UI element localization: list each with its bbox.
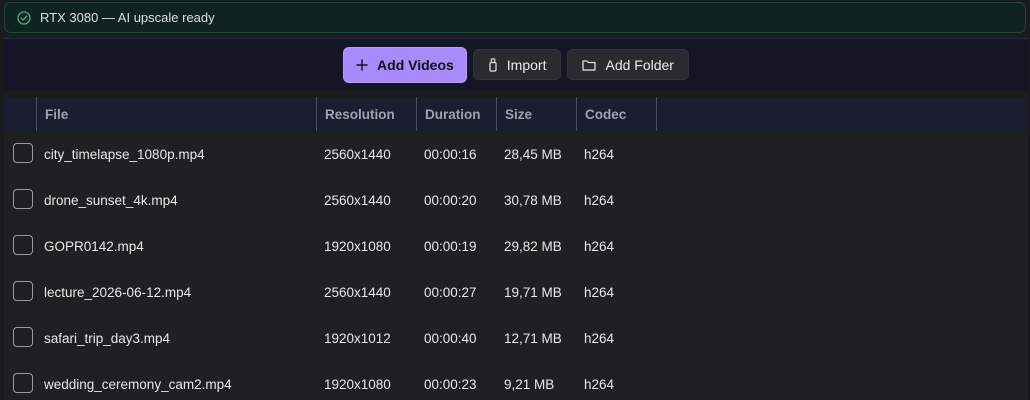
toolbar: Add Videos Import Add Folder [4, 38, 1028, 90]
resolution: 2560x1440 [324, 284, 391, 300]
usb-drive-icon [488, 57, 498, 72]
table-header: File Resolution Duration Size Codec [4, 97, 1028, 131]
header-size[interactable]: Size [497, 97, 577, 131]
check-circle-icon [17, 10, 31, 25]
resolution: 2560x1440 [324, 146, 391, 162]
file-name: city_timelapse_1080p.mp4 [44, 146, 205, 162]
codec: h264 [584, 330, 615, 346]
row-checkbox[interactable] [13, 327, 33, 347]
add-folder-label: Add Folder [605, 56, 674, 73]
file-size: 19,71 MB [504, 284, 562, 300]
row-checkbox[interactable] [13, 143, 33, 163]
file-size: 12,71 MB [504, 330, 562, 346]
header-duration[interactable]: Duration [417, 97, 497, 131]
header-codec[interactable]: Codec [577, 97, 657, 131]
codec: h264 [584, 146, 615, 162]
duration: 00:00:40 [424, 330, 477, 346]
duration: 00:00:27 [424, 284, 477, 300]
codec: h264 [584, 192, 615, 208]
resolution: 1920x1012 [324, 330, 391, 346]
codec: h264 [584, 284, 615, 300]
import-label: Import [506, 56, 547, 73]
file-size: 28,45 MB [504, 146, 562, 162]
import-button[interactable]: Import [472, 49, 562, 80]
table-row[interactable]: drone_sunset_4k.mp4 2560x1440 00:00:20 3… [4, 177, 1028, 223]
table-row[interactable]: wedding_ceremony_cam2.mp4 1920x1080 00:0… [4, 361, 1028, 400]
status-text: RTX 3080 — AI upscale ready [40, 10, 215, 25]
resolution: 1920x1080 [324, 376, 391, 392]
duration: 00:00:19 [424, 238, 477, 254]
file-name: drone_sunset_4k.mp4 [44, 192, 178, 208]
header-resolution[interactable]: Resolution [317, 97, 417, 131]
file-name: safari_trip_day3.mp4 [44, 330, 171, 346]
resolution: 2560x1440 [324, 192, 391, 208]
table-row[interactable]: city_timelapse_1080p.mp4 2560x1440 00:00… [4, 131, 1028, 177]
file-size: 9,21 MB [504, 376, 555, 392]
file-size: 30,78 MB [504, 192, 562, 208]
file-name: wedding_ceremony_cam2.mp4 [44, 376, 232, 392]
row-checkbox[interactable] [13, 235, 33, 255]
duration: 00:00:16 [424, 146, 477, 162]
file-name: GOPR0142.mp4 [44, 238, 144, 254]
duration: 00:00:23 [424, 376, 477, 392]
duration: 00:00:20 [424, 192, 477, 208]
add-videos-button[interactable]: Add Videos [343, 46, 467, 83]
table-row[interactable]: GOPR0142.mp4 1920x1080 00:00:19 29,82 MB… [4, 223, 1028, 269]
add-folder-button[interactable]: Add Folder [567, 49, 689, 80]
codec: h264 [584, 376, 615, 392]
header-select-column[interactable] [4, 97, 37, 131]
folder-icon [582, 59, 597, 71]
header-file[interactable]: File [37, 97, 317, 131]
table-row[interactable]: safari_trip_day3.mp4 1920x1012 00:00:40 … [4, 315, 1028, 361]
add-videos-label: Add Videos [377, 56, 454, 73]
codec: h264 [584, 238, 615, 254]
row-checkbox[interactable] [13, 373, 33, 393]
file-name: lecture_2026-06-12.mp4 [44, 284, 192, 300]
video-table: File Resolution Duration Size Codec city… [4, 97, 1028, 400]
row-checkbox[interactable] [13, 281, 33, 301]
row-checkbox[interactable] [13, 189, 33, 209]
file-size: 29,82 MB [504, 238, 562, 254]
resolution: 1920x1080 [324, 238, 391, 254]
table-row[interactable]: lecture_2026-06-12.mp4 2560x1440 00:00:2… [4, 269, 1028, 315]
plus-icon [356, 58, 368, 71]
status-bar: RTX 3080 — AI upscale ready [4, 2, 1026, 33]
